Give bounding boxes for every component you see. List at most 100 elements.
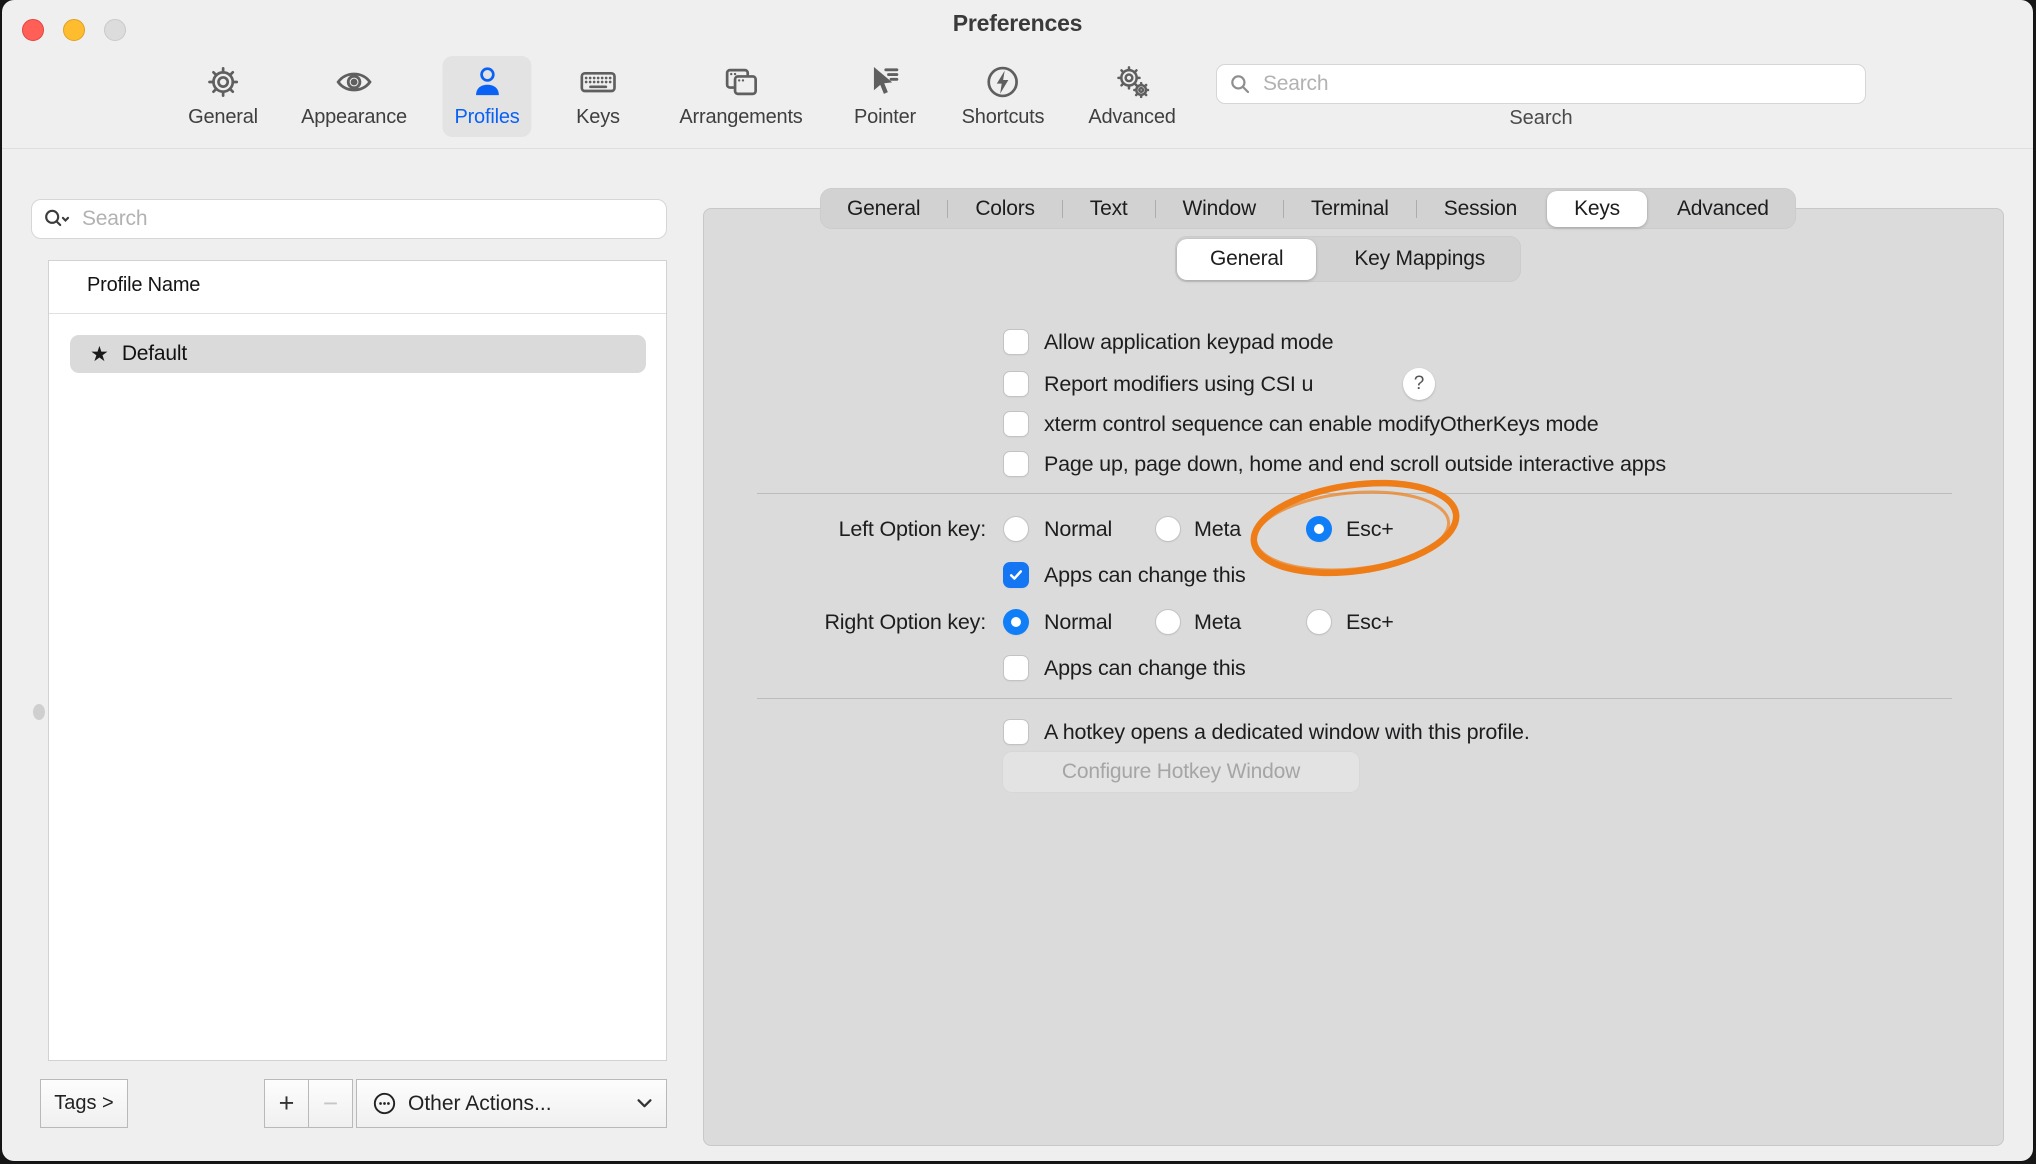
profile-row-default[interactable]: ★ Default <box>70 335 646 373</box>
toolbar-item-shortcuts[interactable]: Shortcuts <box>950 56 1057 137</box>
checkbox-left-apps-can-change-checked[interactable] <box>1003 562 1029 588</box>
toolbar-item-arrangements[interactable]: Arrangements <box>667 56 814 137</box>
radio-label: Esc+ <box>1346 516 1394 542</box>
toolbar-item-appearance[interactable]: Appearance <box>289 56 419 137</box>
checkbox-label: A hotkey opens a dedicated window with t… <box>1044 719 1530 745</box>
toolbar-item-keys[interactable]: Keys <box>564 56 632 137</box>
close-button[interactable] <box>22 19 44 41</box>
gear-icon <box>203 62 243 102</box>
toolbar-search[interactable] <box>1216 64 1866 104</box>
radio-label: Meta <box>1194 609 1241 635</box>
tab-general[interactable]: General <box>820 188 947 229</box>
window-title: Preferences <box>2 10 2033 37</box>
right-option-key-label: Right Option key: <box>686 609 986 635</box>
profile-settings-panel <box>703 208 2004 1146</box>
other-actions-label: Other Actions... <box>408 1092 552 1116</box>
splitter-handle[interactable] <box>33 704 45 720</box>
profile-search-input[interactable] <box>80 206 656 232</box>
checkbox-label: xterm control sequence can enable modify… <box>1044 411 1598 437</box>
tab-advanced[interactable]: Advanced <box>1650 188 1796 229</box>
plus-icon: + <box>279 1088 295 1119</box>
radio-right-normal-selected[interactable] <box>1003 609 1029 635</box>
toolbar-label: Profiles <box>454 106 519 129</box>
toolbar-divider <box>2 148 2033 149</box>
toolbar-label: Arrangements <box>679 106 802 129</box>
checkbox-label: Allow application keypad mode <box>1044 329 1333 355</box>
toolbar-item-pointer[interactable]: Pointer <box>842 56 928 137</box>
checkbox-hotkey-window[interactable] <box>1003 719 1029 745</box>
toolbar-label: Shortcuts <box>962 106 1045 129</box>
eye-icon <box>334 62 374 102</box>
gears-icon <box>1112 62 1152 102</box>
remove-profile-button[interactable]: − <box>308 1079 353 1128</box>
radio-label: Normal <box>1044 609 1112 635</box>
tags-button-label: Tags > <box>54 1092 113 1115</box>
other-actions-dropdown[interactable]: Other Actions... <box>356 1079 667 1128</box>
minus-icon: − <box>323 1088 338 1119</box>
configure-hotkey-window-button[interactable]: Configure Hotkey Window <box>1002 751 1360 793</box>
person-icon <box>467 62 507 102</box>
checkbox-label: Apps can change this <box>1044 562 1246 588</box>
radio-label: Esc+ <box>1346 609 1394 635</box>
radio-label: Meta <box>1194 516 1241 542</box>
left-option-key-label: Left Option key: <box>686 516 986 542</box>
checkbox-label: Apps can change this <box>1044 655 1246 681</box>
section-divider <box>757 698 1952 699</box>
toolbar-label: Pointer <box>854 106 916 129</box>
configure-hotkey-label: Configure Hotkey Window <box>1062 760 1300 784</box>
subtab-key-mappings[interactable]: Key Mappings <box>1318 236 1521 282</box>
subtab-general-selected[interactable]: General <box>1177 239 1316 280</box>
minimize-button[interactable] <box>63 19 85 41</box>
question-glyph: ? <box>1414 373 1425 395</box>
checkbox-modify-other-keys[interactable] <box>1003 411 1029 437</box>
zoom-button-disabled <box>104 19 126 41</box>
keyboard-icon <box>578 62 618 102</box>
toolbar-label: General <box>188 106 258 129</box>
checkbox-label: Page up, page down, home and end scroll … <box>1044 451 1666 477</box>
checkbox-page-scroll[interactable] <box>1003 451 1029 477</box>
checkbox-label: Report modifiers using CSI u <box>1044 371 1313 397</box>
chevron-down-icon <box>637 1099 652 1108</box>
tab-session[interactable]: Session <box>1417 188 1544 229</box>
tab-keys-selected[interactable]: Keys <box>1547 191 1647 227</box>
radio-left-normal[interactable] <box>1003 516 1029 542</box>
toolbar-label: Advanced <box>1088 106 1175 129</box>
tab-terminal[interactable]: Terminal <box>1284 188 1416 229</box>
toolbar-item-advanced[interactable]: Advanced <box>1076 56 1187 137</box>
profile-tab-bar: General Colors Text Window Terminal Sess… <box>820 188 1796 229</box>
profile-search[interactable] <box>31 199 667 239</box>
circle-ellipsis-icon <box>371 1090 398 1117</box>
checkbox-keypad-mode[interactable] <box>1003 329 1029 355</box>
radio-left-esc-selected[interactable] <box>1306 516 1332 542</box>
cursor-icon <box>865 62 905 102</box>
toolbar-label: Appearance <box>301 106 407 129</box>
checkbox-right-apps-can-change[interactable] <box>1003 655 1029 681</box>
radio-label: Normal <box>1044 516 1112 542</box>
profile-list: Profile Name ★ Default <box>48 260 667 1061</box>
tab-text[interactable]: Text <box>1063 188 1155 229</box>
radio-right-meta[interactable] <box>1155 609 1181 635</box>
checkbox-csi-u[interactable] <box>1003 371 1029 397</box>
help-button[interactable]: ? <box>1403 368 1435 400</box>
preferences-window: Preferences General Appearance P <box>2 0 2033 1161</box>
toolbar-search-caption: Search <box>1216 107 1866 130</box>
tab-colors[interactable]: Colors <box>948 188 1061 229</box>
star-icon: ★ <box>90 344 109 365</box>
search-scope-icon <box>42 206 72 232</box>
radio-right-esc[interactable] <box>1306 609 1332 635</box>
toolbar-search-input[interactable] <box>1261 71 1855 97</box>
search-icon <box>1227 71 1253 97</box>
add-profile-button[interactable]: + <box>264 1079 309 1128</box>
tab-window[interactable]: Window <box>1156 188 1284 229</box>
windows-icon <box>721 62 761 102</box>
toolbar-item-general[interactable]: General <box>176 56 270 137</box>
radio-left-meta[interactable] <box>1155 516 1181 542</box>
toolbar-item-profiles[interactable]: Profiles <box>442 56 531 137</box>
profile-name: Default <box>122 342 187 366</box>
section-divider <box>757 493 1952 494</box>
profile-list-header: Profile Name <box>87 274 200 297</box>
tags-button[interactable]: Tags > <box>40 1079 128 1128</box>
keys-subtab-bar: General Key Mappings <box>1175 236 1521 282</box>
lightning-icon <box>983 62 1023 102</box>
list-header-divider <box>49 313 666 314</box>
